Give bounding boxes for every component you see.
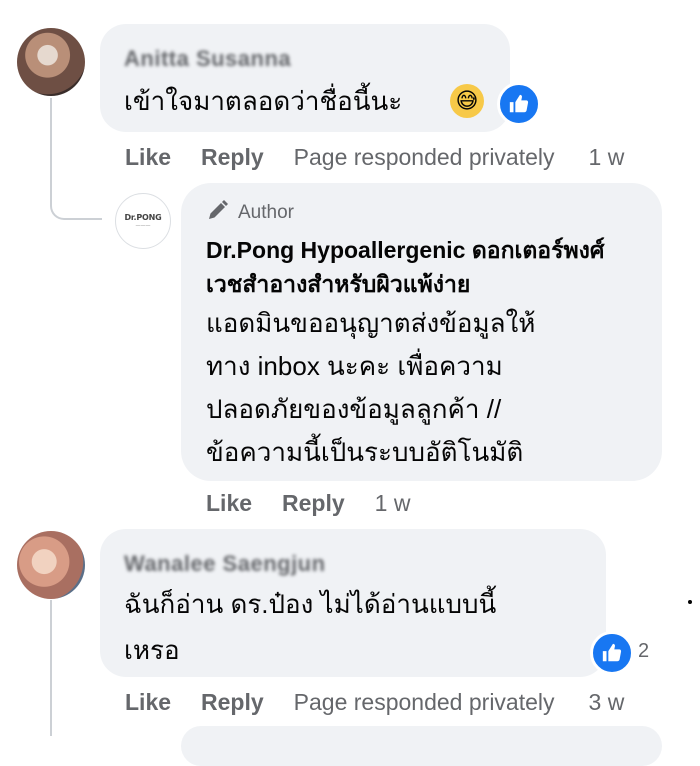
author-badge: Author	[206, 198, 294, 228]
private-response-note: Page responded privately	[293, 144, 555, 170]
thread-line	[50, 98, 52, 206]
page-name[interactable]: Dr.Pong Hypoallergenic ดอกเตอร์พงศ์ เวชส…	[206, 233, 646, 301]
comment-author[interactable]: Anitta Susanna	[124, 46, 291, 72]
comment-author[interactable]: Wanalee Saengjun	[124, 551, 326, 577]
page-logo-sub: ———	[135, 223, 151, 229]
reply-button[interactable]: Reply	[201, 689, 264, 716]
private-response-note: Page responded privately	[293, 689, 555, 715]
pen-icon	[206, 198, 230, 228]
comment-text: ฉันก็อ่าน ดร.ป๋อง ไม่ได้อ่านแบบนี้ เหรอ	[124, 589, 497, 665]
author-badge-label: Author	[238, 202, 294, 223]
reply-timestamp[interactable]: 1 w	[375, 490, 411, 517]
reply-button[interactable]: Reply	[201, 144, 264, 171]
like-button[interactable]: Like	[125, 144, 171, 171]
avatar[interactable]	[17, 531, 85, 599]
comment-actions: Like Reply Page responded privately 3 w	[125, 689, 624, 716]
comment-bubble: Wanalee Saengjun ฉันก็อ่าน ดร.ป๋อง ไม่ได…	[100, 529, 606, 677]
like-reaction-icon[interactable]	[590, 631, 634, 675]
like-button[interactable]: Like	[206, 490, 252, 517]
comment-timestamp[interactable]: 1 w	[589, 144, 625, 171]
reply-button[interactable]: Reply	[282, 490, 345, 517]
page-avatar[interactable]: Dr.PONG ———	[115, 193, 171, 249]
comment-timestamp[interactable]: 3 w	[589, 689, 625, 716]
like-reaction-icon[interactable]	[497, 82, 541, 126]
comment-text: เข้าใจมาตลอดว่าชื่อนี้นะ	[124, 86, 403, 116]
reaction-count[interactable]: 2	[638, 640, 649, 663]
dot	[688, 600, 692, 604]
page-logo-text: Dr.PONG	[124, 213, 162, 222]
grinning-sweat-emoji-icon: 😅	[450, 84, 484, 118]
reply-actions: Like Reply 1 w	[206, 490, 410, 517]
avatar[interactable]	[17, 28, 85, 96]
comment-actions: Like Reply Page responded privately 1 w	[125, 144, 624, 171]
thread-line	[50, 600, 52, 736]
reply-bubble	[181, 726, 662, 766]
reply-text: แอดมินขออนุญาตส่งข้อมูลให้ ทาง inbox นะค…	[206, 308, 536, 467]
thread-line-curve	[50, 204, 102, 220]
comment-bubble: Anitta Susanna เข้าใจมาตลอดว่าชื่อนี้นะ	[100, 24, 510, 132]
like-button[interactable]: Like	[125, 689, 171, 716]
